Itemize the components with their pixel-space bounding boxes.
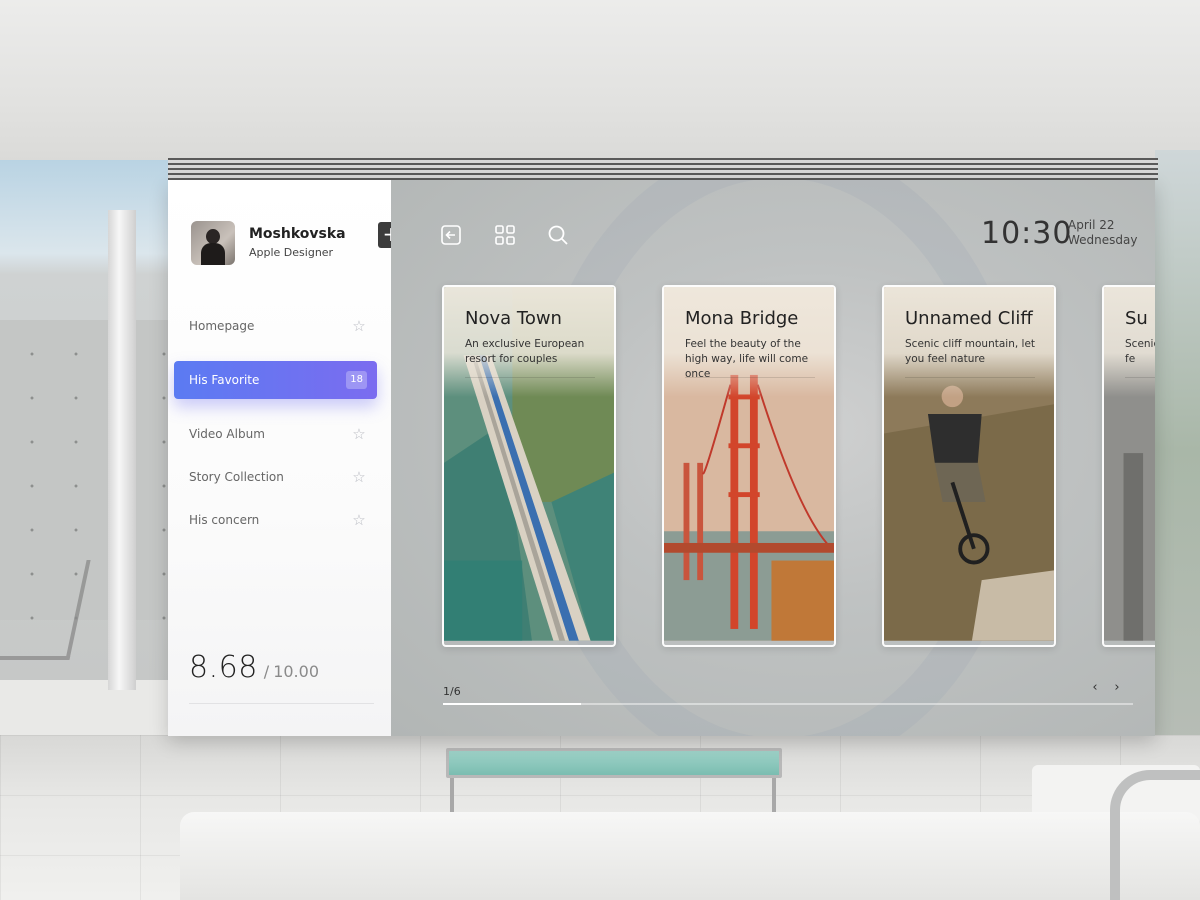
nav-item-label: His Favorite [189, 373, 260, 387]
tv-screen: Moshkovska Apple Designer Homepage ☆ His… [168, 180, 1155, 736]
card-title: Su [1125, 308, 1148, 329]
nav-item-label: Video Album [189, 427, 265, 441]
nav-item-homepage[interactable]: Homepage ☆ [174, 307, 377, 345]
nav-item-label: Story Collection [189, 470, 284, 484]
card-nova-town[interactable]: Nova Town An exclusive European resort f… [442, 285, 616, 647]
nav-item-his-concern[interactable]: His concern ☆ [174, 501, 377, 539]
star-icon[interactable]: ☆ [351, 318, 367, 334]
chevron-right-icon[interactable]: › [1110, 680, 1124, 696]
sofa [180, 812, 1200, 900]
divider [189, 703, 374, 704]
search-icon[interactable] [546, 223, 570, 247]
profile-text: Moshkovska Apple Designer [249, 225, 346, 261]
card-unnamed-cliff[interactable]: Unnamed Cliff Scenic cliff mountain, let… [882, 285, 1056, 647]
card-description: Scenic cliff mountain, let you feel natu… [905, 338, 1036, 365]
score-value: 8.68 [189, 650, 258, 685]
score-separator: / [263, 662, 270, 681]
nav-item-his-favorite[interactable]: His Favorite 18 [174, 361, 377, 399]
page-indicator: 1/6 [443, 685, 461, 698]
card-description: Scenic you fe [1125, 338, 1155, 365]
ceiling-vent [168, 158, 1158, 180]
carousel-progress [443, 703, 1133, 705]
user-name: Moshkovska [249, 226, 346, 242]
card-partial[interactable]: Su Scenic you fe [1102, 285, 1155, 647]
star-icon[interactable]: ☆ [351, 469, 367, 485]
star-icon[interactable]: ☆ [351, 426, 367, 442]
card-description: Feel the beauty of the high way, life wi… [685, 338, 809, 380]
score-total: 10.00 [273, 662, 319, 681]
user-role: Apple Designer [249, 246, 334, 259]
profile[interactable]: Moshkovska Apple Designer [191, 220, 391, 266]
chair-rail [1110, 770, 1200, 900]
clock-time: 10:30 [981, 216, 1073, 251]
nav-item-story-collection[interactable]: Story Collection ☆ [174, 458, 377, 496]
rating-score: 8.68 / 10.00 [189, 650, 319, 685]
card-mona-bridge[interactable]: Mona Bridge Feel the beauty of the high … [662, 285, 836, 647]
card-title: Nova Town [465, 308, 562, 329]
divider [905, 377, 1035, 378]
avatar[interactable] [191, 221, 235, 265]
back-icon[interactable] [439, 223, 463, 247]
nav-item-label: His concern [189, 513, 260, 527]
nav-item-label: Homepage [189, 319, 255, 333]
card-title: Mona Bridge [685, 308, 799, 329]
pillar [108, 210, 136, 690]
divider [465, 377, 595, 378]
nav-item-video-album[interactable]: Video Album ☆ [174, 415, 377, 453]
grid-icon[interactable] [493, 223, 517, 247]
ceiling [0, 0, 1200, 170]
date-text: April 22 [1068, 218, 1115, 232]
divider [1125, 377, 1155, 378]
clock-date: April 22 Wednesday [1068, 218, 1137, 248]
main-content: 10:30 April 22 Wednesday Nova Town An ex… [391, 180, 1155, 736]
weekday-text: Wednesday [1068, 233, 1138, 247]
progress-fill [443, 703, 581, 705]
card-description: An exclusive European resort for couples [465, 338, 585, 365]
card-title: Unnamed Cliff [905, 308, 1033, 329]
sidebar: Moshkovska Apple Designer Homepage ☆ His… [168, 180, 391, 736]
chevron-left-icon[interactable]: ‹ [1088, 680, 1102, 696]
count-badge: 18 [346, 371, 367, 389]
right-window [1155, 150, 1200, 750]
divider [685, 377, 815, 378]
star-icon[interactable]: ☆ [351, 512, 367, 528]
